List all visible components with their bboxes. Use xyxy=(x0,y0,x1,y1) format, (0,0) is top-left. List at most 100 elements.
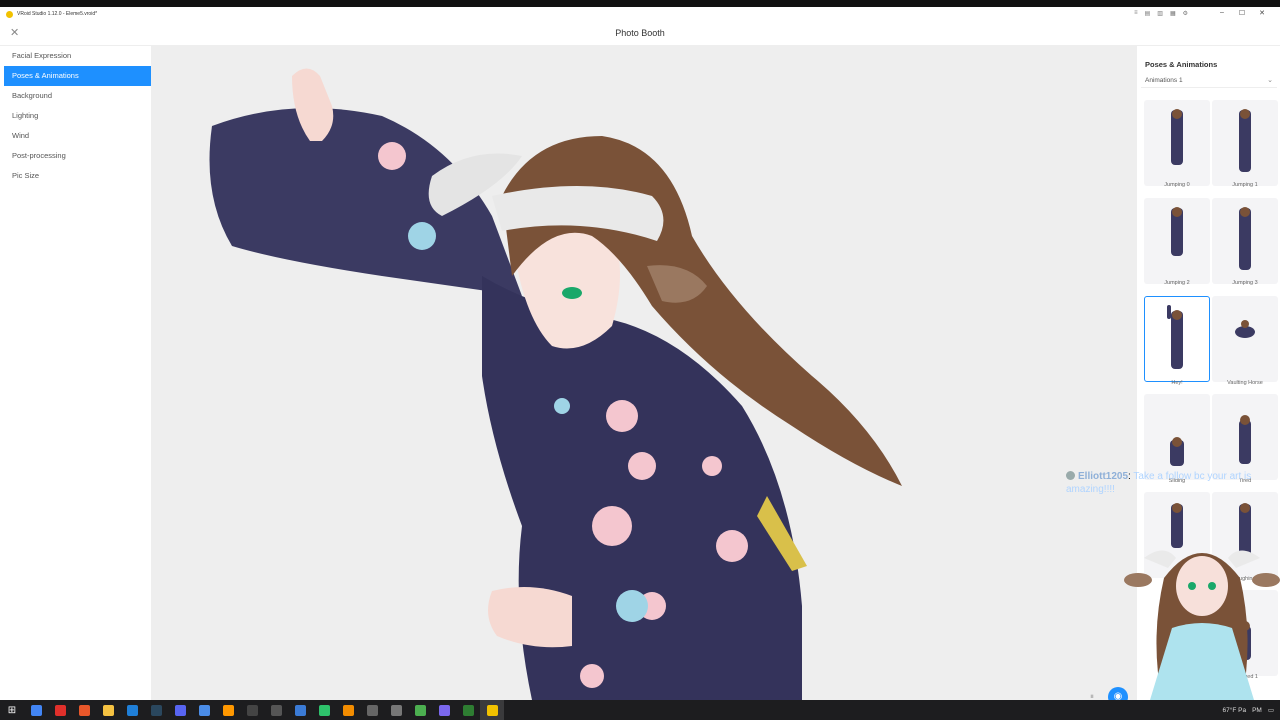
pause-button[interactable]: ⏸ xyxy=(1086,691,1098,700)
weather-widget[interactable]: 67°F Pa xyxy=(1223,707,1247,714)
animation-label: Vaulting Horse xyxy=(1227,380,1263,386)
taskbar-edge-icon[interactable] xyxy=(120,700,144,720)
notification-icon[interactable]: ▭ xyxy=(1268,706,1274,714)
pose-figure-icon xyxy=(1239,207,1251,270)
terminal-icon xyxy=(462,704,474,716)
taskbar-vroid-studio-icon[interactable] xyxy=(480,700,504,720)
title-bar: VRoid Studio 1.12.0 - Eleme5.vroid* ≡ ▤ … xyxy=(0,7,1280,21)
nav-item-facial-expression[interactable]: Facial Expression xyxy=(4,46,151,66)
left-sidebar: Facial Expression Poses & Animations Bac… xyxy=(4,46,152,700)
character-render xyxy=(209,68,902,700)
animation-thumb-jumping-1[interactable] xyxy=(1212,100,1278,186)
page-title: Photo Booth xyxy=(615,28,665,38)
lower-hand xyxy=(488,587,572,648)
nav-item-lighting[interactable]: Lighting xyxy=(4,106,151,126)
taskbar-media-app-icon[interactable] xyxy=(264,700,288,720)
taskbar-terminal-icon[interactable] xyxy=(456,700,480,720)
taskbar-apps xyxy=(24,700,504,720)
window-title: VRoid Studio 1.12.0 - Eleme5.vroid* xyxy=(17,11,98,17)
taskbar-obs-icon[interactable] xyxy=(240,700,264,720)
animation-thumb-tired[interactable] xyxy=(1212,394,1278,480)
layout-icon-1[interactable]: ▤ xyxy=(1145,10,1151,17)
recorder-icon xyxy=(366,704,378,716)
dropdown-selected: Animations 1 xyxy=(1145,77,1183,84)
stream-chat-overlay: Elliott1205: Take a follow bc your art i… xyxy=(1066,471,1252,495)
taskbar-marker-app-icon[interactable] xyxy=(312,700,336,720)
nav-item-post-processing[interactable]: Post-processing xyxy=(4,146,151,166)
animation-label: Jumping 3 xyxy=(1232,280,1258,286)
animation-thumb-sliding[interactable] xyxy=(1144,394,1210,480)
sleeve-left xyxy=(209,108,522,296)
vlc-icon xyxy=(342,704,354,716)
pose-figure-icon xyxy=(1167,305,1183,369)
minimize-button[interactable]: – xyxy=(1212,9,1232,17)
taskbar: ⊞ 67°F Pa PM ▭ xyxy=(0,700,1280,720)
taskbar-file-explorer-icon[interactable] xyxy=(96,700,120,720)
taskbar-paint-app-icon[interactable] xyxy=(408,700,432,720)
vroid-icon xyxy=(294,704,306,716)
system-tray: 67°F Pa PM ▭ xyxy=(1223,700,1274,720)
taskbar-recorder-icon[interactable] xyxy=(360,700,384,720)
taskbar-settings-app-icon[interactable] xyxy=(432,700,456,720)
vroid-studio-icon xyxy=(486,704,498,716)
window-controls: – ☐ ✕ xyxy=(1212,9,1272,17)
discord-icon xyxy=(174,704,186,716)
pose-figure-icon xyxy=(1171,207,1183,256)
chrome-icon xyxy=(30,704,42,716)
animation-label: Jumping 1 xyxy=(1232,182,1258,188)
pose-figure-icon xyxy=(1239,415,1251,464)
obs-icon xyxy=(246,704,258,716)
taskbar-vroid-icon[interactable] xyxy=(288,700,312,720)
animation-label: Hey! xyxy=(1171,380,1183,386)
taskbar-steam-icon[interactable] xyxy=(144,700,168,720)
taskbar-tool-app-icon[interactable] xyxy=(384,700,408,720)
photos-icon xyxy=(198,704,210,716)
taskbar-photos-icon[interactable] xyxy=(192,700,216,720)
nav-item-background[interactable]: Background xyxy=(4,86,151,106)
layout-icon-2[interactable]: ▥ xyxy=(1157,10,1163,17)
pose-figure-icon xyxy=(1239,109,1251,172)
animation-label: Jumping 2 xyxy=(1164,280,1190,286)
nav-item-wind[interactable]: Wind xyxy=(4,126,151,146)
taskbar-ms-office-icon[interactable] xyxy=(72,700,96,720)
taskbar-vlc-icon[interactable] xyxy=(336,700,360,720)
taskbar-chrome-icon[interactable] xyxy=(24,700,48,720)
taskbar-discord-icon[interactable] xyxy=(168,700,192,720)
animation-set-dropdown[interactable]: Animations 1 ⌄ xyxy=(1141,74,1277,88)
chat-username: Elliott1205 xyxy=(1078,471,1129,482)
media-app-icon xyxy=(270,704,282,716)
gear-icon[interactable]: ⚙ xyxy=(1183,10,1188,17)
photo-booth-header: ✕ Photo Booth xyxy=(0,21,1280,46)
animation-thumb-vaulting-horse[interactable] xyxy=(1212,296,1278,382)
opera-icon xyxy=(54,704,66,716)
panel-title: Poses & Animations xyxy=(1145,60,1218,69)
file-explorer-icon xyxy=(102,704,114,716)
maximize-button[interactable]: ☐ xyxy=(1232,9,1252,17)
layout-icon-3[interactable]: ▦ xyxy=(1170,10,1176,17)
nav-item-poses-animations[interactable]: Poses & Animations xyxy=(4,66,151,86)
menu-icon[interactable]: ≡ xyxy=(1134,10,1138,17)
windows-start-icon[interactable]: ⊞ xyxy=(0,705,24,716)
app-window: VRoid Studio 1.12.0 - Eleme5.vroid* ≡ ▤ … xyxy=(0,7,1280,700)
top-strip xyxy=(0,0,1280,7)
taskbar-music-app-icon[interactable] xyxy=(216,700,240,720)
animation-thumb-hey[interactable] xyxy=(1144,296,1210,382)
chat-bubble-icon xyxy=(1066,471,1075,480)
taskbar-opera-icon[interactable] xyxy=(48,700,72,720)
animation-thumb-jumping-3[interactable] xyxy=(1212,198,1278,284)
close-window-button[interactable]: ✕ xyxy=(1252,9,1272,17)
animation-thumb-jumping-2[interactable] xyxy=(1144,198,1210,284)
ms-office-icon xyxy=(78,704,90,716)
chevron-down-icon: ⌄ xyxy=(1267,77,1273,84)
vroid-app-icon xyxy=(6,10,13,18)
steam-icon xyxy=(150,704,162,716)
animation-thumb-jumping-0[interactable] xyxy=(1144,100,1210,186)
pose-figure-icon xyxy=(1171,109,1183,165)
3d-viewport[interactable]: ⏸ ◉ xyxy=(152,46,1136,700)
pose-figure-icon xyxy=(1235,320,1255,338)
nav-item-pic-size[interactable]: Pic Size xyxy=(4,166,151,186)
music-app-icon xyxy=(222,704,234,716)
clock[interactable]: PM xyxy=(1252,707,1262,714)
tool-app-icon xyxy=(390,704,402,716)
vtuber-avatar-overlay xyxy=(1124,550,1280,700)
